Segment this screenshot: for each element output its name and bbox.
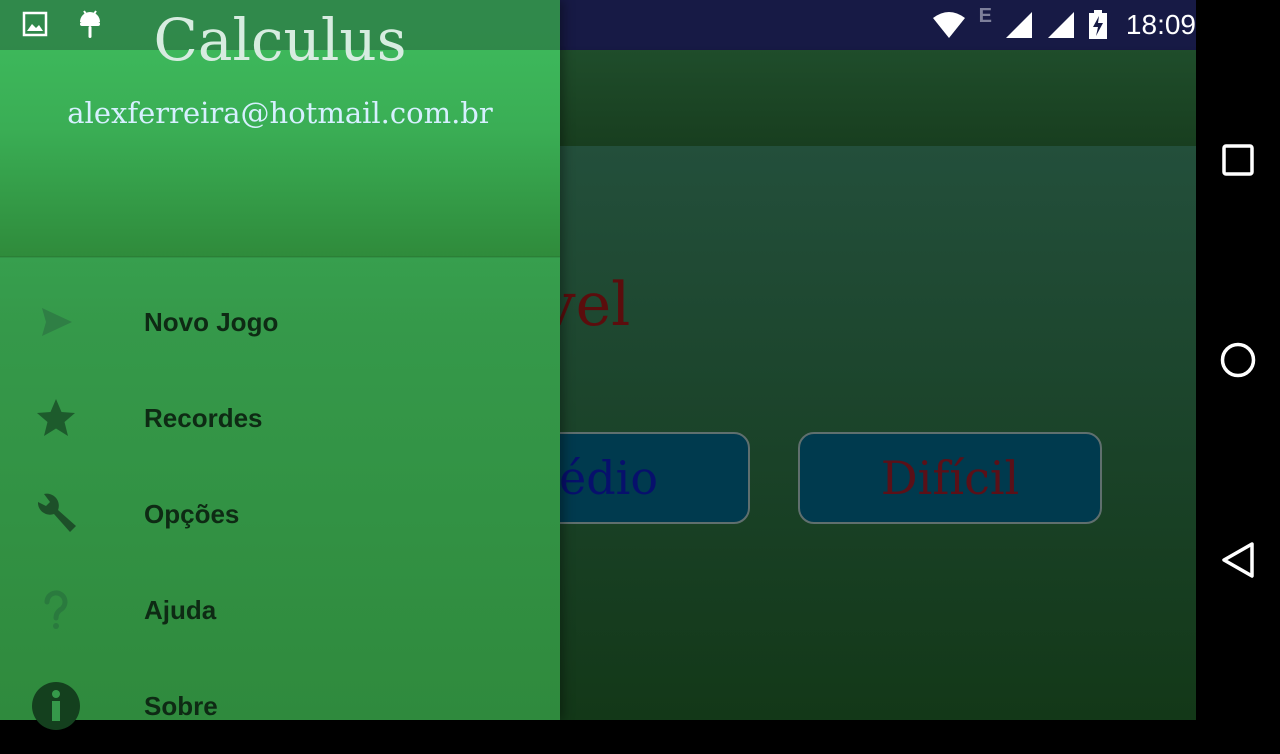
menu-item-ajuda[interactable]: Ajuda — [0, 562, 560, 658]
star-icon — [28, 390, 84, 446]
question-icon — [28, 582, 84, 638]
battery-charging-icon — [1088, 10, 1107, 39]
navigation-drawer: Calculus alexferreira@hotmail.com.br Nov… — [0, 0, 560, 730]
home-button[interactable] — [1218, 340, 1258, 380]
menu-item-label: Ajuda — [144, 594, 217, 625]
signal-icon — [1005, 12, 1032, 38]
menu-item-label: Opções — [144, 498, 240, 529]
clock: 18:09 — [1125, 9, 1196, 40]
menu-item-opcoes[interactable]: Opções — [0, 466, 560, 562]
network-type-label: E — [978, 4, 992, 27]
menu-item-label: Novo Jogo — [144, 306, 279, 337]
drawer-user-email: alexferreira@hotmail.com.br — [67, 96, 493, 130]
menu-item-recordes[interactable]: Recordes — [0, 370, 560, 466]
signal-icon-2 — [1047, 12, 1074, 38]
recents-button[interactable] — [1218, 140, 1258, 180]
drawer-divider — [0, 256, 560, 258]
circle-icon — [1220, 342, 1256, 378]
drawer-header: Calculus alexferreira@hotmail.com.br — [0, 0, 560, 257]
square-icon — [1222, 144, 1254, 176]
menu-item-label: Recordes — [144, 402, 263, 433]
navigation-bar — [1196, 0, 1280, 720]
info-icon — [28, 678, 84, 734]
triangle-back-icon — [1222, 542, 1254, 578]
status-icons: E 18:09 — [931, 0, 1196, 50]
drawer-app-title: Calculus — [153, 6, 407, 74]
menu-item-novo-jogo[interactable]: Novo Jogo — [0, 274, 560, 370]
back-button[interactable] — [1218, 540, 1258, 580]
send-icon — [28, 294, 84, 350]
menu-item-label: Sobre — [144, 690, 218, 721]
wrench-icon — [28, 486, 84, 542]
hard-level-button[interactable]: Difícil — [798, 432, 1102, 524]
wifi-icon — [932, 12, 965, 38]
menu-item-sobre[interactable]: Sobre — [0, 658, 560, 754]
